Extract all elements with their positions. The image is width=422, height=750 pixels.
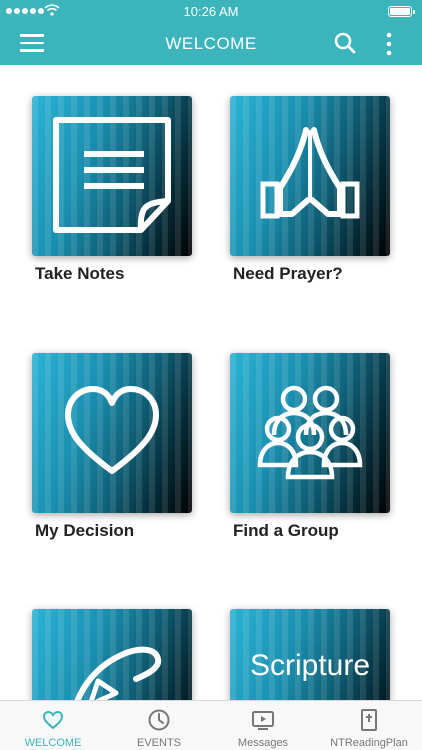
- page-title: WELCOME: [165, 34, 257, 53]
- tile-label: Take Notes: [35, 264, 125, 283]
- battery-icon: [388, 6, 415, 17]
- tile-label: Find a Group: [233, 521, 339, 540]
- status-bar: 10:26 AM: [0, 0, 422, 22]
- tab-label: EVENTS: [136, 737, 181, 749]
- tab-welcome[interactable]: WELCOME: [18, 701, 88, 750]
- navigation-bar: WELCOME: [0, 22, 422, 65]
- tab-events[interactable]: EVENTS: [124, 701, 194, 750]
- heart-icon: [65, 386, 159, 474]
- tab-label: Messages: [237, 737, 289, 749]
- group-icon: [257, 385, 363, 480]
- tv-play-icon: [252, 711, 274, 730]
- tile-scripture-text: Scripture: [249, 649, 371, 682]
- tile-find-a-group[interactable]: [230, 353, 390, 513]
- more-vertical-icon[interactable]: [382, 31, 396, 57]
- search-icon[interactable]: [334, 32, 356, 54]
- tab-label: NTReadingPlan: [330, 737, 408, 749]
- clock-icon: [148, 709, 170, 731]
- bible-icon: [361, 709, 377, 731]
- tab-messages[interactable]: Messages: [228, 701, 298, 750]
- note-icon: [53, 117, 171, 233]
- tab-bar: WELCOME EVENTS Messages NTReadingPlan: [0, 700, 422, 750]
- tab-label: WELCOME: [24, 737, 82, 749]
- tab-ntreadingplan[interactable]: NTReadingPlan: [326, 701, 412, 750]
- tile-take-notes[interactable]: [32, 96, 192, 256]
- status-time: 10:26 AM: [183, 4, 239, 19]
- tile-need-prayer[interactable]: [230, 96, 390, 256]
- tile-label: My Decision: [35, 521, 135, 540]
- praying-hands-icon: [260, 127, 360, 219]
- tile-my-decision[interactable]: [32, 353, 192, 513]
- tile-label: Need Prayer?: [233, 264, 343, 283]
- heart-icon: [42, 710, 64, 730]
